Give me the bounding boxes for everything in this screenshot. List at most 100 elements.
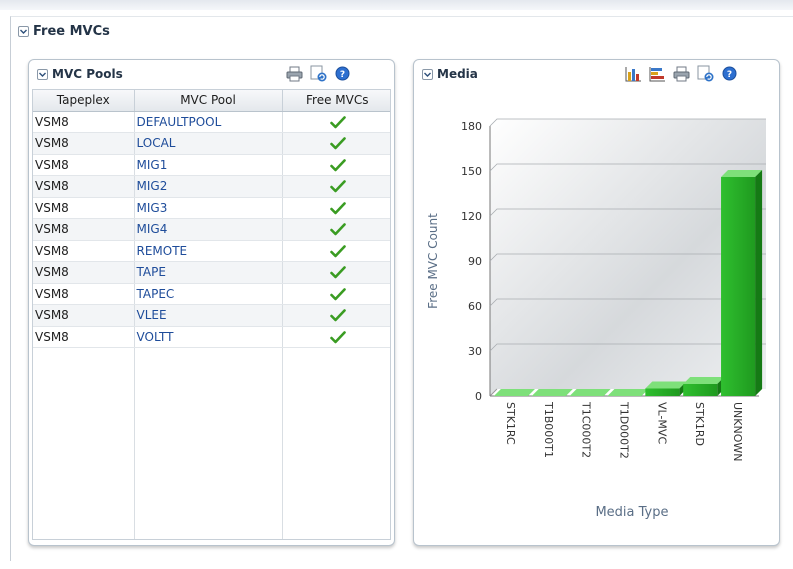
mvc-pool-link[interactable]: MIG4 bbox=[137, 222, 168, 236]
free-mvcs-cell bbox=[282, 283, 390, 305]
mvc-pool-cell: MIG1 bbox=[134, 154, 283, 176]
x-tick-label: STK1RD bbox=[693, 402, 706, 446]
y-axis-title: Free MVC Count bbox=[426, 213, 440, 309]
table-row[interactable]: VSM8 DEFAULTPOOL bbox=[33, 111, 390, 133]
tapeplex-cell: VSM8 bbox=[33, 175, 135, 198]
table-row[interactable]: VSM8 MIG1 bbox=[33, 154, 390, 176]
table-row[interactable]: VSM8 MIG3 bbox=[33, 197, 390, 219]
mvc-pool-link[interactable]: MIG1 bbox=[137, 158, 168, 172]
check-icon bbox=[330, 244, 347, 258]
y-tick-label: 60 bbox=[468, 300, 482, 313]
table-row[interactable]: VSM8 LOCAL bbox=[33, 132, 390, 155]
table-row[interactable]: VSM8 VOLTT bbox=[33, 326, 390, 348]
mvc-pool-link[interactable]: TAPEC bbox=[137, 287, 175, 301]
empty-row bbox=[33, 390, 390, 412]
help-icon[interactable]: ? bbox=[720, 64, 739, 83]
mvc-pool-link[interactable]: MIG2 bbox=[137, 179, 168, 193]
horizontal-bar-chart-icon[interactable] bbox=[648, 64, 667, 83]
mvc-pool-cell: MIG4 bbox=[134, 218, 283, 241]
tapeplex-cell: VSM8 bbox=[33, 154, 135, 176]
refresh-icon[interactable] bbox=[696, 64, 715, 83]
section-title: Free MVCs bbox=[33, 24, 110, 39]
empty-row bbox=[33, 412, 390, 434]
column-header-free-mvcs[interactable]: Free MVCs bbox=[282, 90, 390, 112]
check-icon bbox=[330, 309, 347, 322]
check-icon bbox=[330, 158, 347, 172]
check-icon bbox=[330, 223, 347, 236]
check-icon bbox=[330, 330, 347, 344]
table-row[interactable]: VSM8 VLEE bbox=[33, 304, 390, 327]
table-header-row: Tapeplex MVC Pool Free MVCs bbox=[33, 90, 390, 112]
bar bbox=[645, 381, 687, 396]
empty-row bbox=[33, 347, 390, 369]
bar-top bbox=[683, 377, 725, 384]
mvc-pools-panel: MVC Pools ? Tapeplex MVC Pool Free MVCs … bbox=[28, 59, 395, 546]
mvc-pool-cell: TAPE bbox=[134, 261, 283, 284]
tapeplex-cell: VSM8 bbox=[33, 326, 135, 348]
tapeplex-cell: VSM8 bbox=[33, 218, 135, 241]
x-tick-label: STK1RC bbox=[504, 402, 517, 445]
bar-top bbox=[645, 381, 687, 389]
check-icon bbox=[330, 180, 347, 193]
collapse-toggle-icon[interactable] bbox=[37, 68, 48, 80]
y-tick-label: 30 bbox=[468, 345, 482, 358]
tapeplex-cell: VSM8 bbox=[33, 304, 135, 327]
y-tick-label: 150 bbox=[461, 165, 482, 178]
table-row[interactable]: VSM8 TAPE bbox=[33, 261, 390, 284]
check-icon bbox=[330, 266, 347, 279]
mvc-pool-link[interactable]: DEFAULTPOOL bbox=[137, 115, 222, 129]
x-tick-label: T1B000T1 bbox=[542, 401, 555, 458]
collapse-toggle-icon[interactable] bbox=[422, 68, 433, 80]
print-icon[interactable] bbox=[672, 64, 691, 83]
mvc-pool-cell: MIG3 bbox=[134, 197, 283, 219]
tapeplex-cell: VSM8 bbox=[33, 283, 135, 305]
table-row[interactable]: VSM8 MIG4 bbox=[33, 218, 390, 241]
mvc-pool-link[interactable]: VLEE bbox=[137, 308, 167, 322]
x-tick-label: VL-MVC bbox=[655, 402, 668, 444]
empty-row bbox=[33, 476, 390, 498]
refresh-icon[interactable] bbox=[309, 64, 328, 83]
free-mvcs-cell bbox=[282, 111, 390, 133]
mvc-pool-link[interactable]: VOLTT bbox=[137, 330, 174, 344]
table-row[interactable]: VSM8 TAPEC bbox=[33, 283, 390, 305]
mvc-pools-table: Tapeplex MVC Pool Free MVCs VSM8 DEFAULTP… bbox=[32, 89, 391, 540]
bar bbox=[569, 389, 611, 396]
media-panel: Media ? 0 30 60 90 120 150 180 Free MVC … bbox=[413, 59, 780, 546]
panel-title: Media bbox=[437, 67, 478, 81]
mvc-pool-link[interactable]: REMOTE bbox=[137, 244, 188, 258]
collapse-toggle-icon[interactable] bbox=[18, 26, 29, 37]
check-icon bbox=[330, 115, 347, 129]
bar-top bbox=[493, 389, 535, 396]
free-mvcs-cell bbox=[282, 132, 390, 155]
free-mvcs-cell bbox=[282, 197, 390, 219]
column-header-mvc-pool[interactable]: MVC Pool bbox=[134, 90, 283, 112]
print-icon[interactable] bbox=[285, 64, 304, 83]
tapeplex-cell: VSM8 bbox=[33, 261, 135, 284]
mvc-pool-link[interactable]: LOCAL bbox=[137, 136, 176, 150]
bar-top bbox=[721, 170, 763, 177]
free-mvcs-cell bbox=[282, 261, 390, 284]
table-row[interactable]: VSM8 REMOTE bbox=[33, 240, 390, 262]
media-toolbar: ? bbox=[624, 64, 739, 83]
bar-top bbox=[531, 389, 573, 396]
table-body: VSM8 DEFAULTPOOL VSM8 LOCAL VSM8 MIG1 VSM8 MIG2… bbox=[33, 111, 390, 539]
bar bbox=[683, 377, 725, 396]
vertical-bar-chart-icon[interactable] bbox=[624, 64, 643, 83]
y-tick-label: 180 bbox=[461, 120, 482, 133]
free-mvcs-cell bbox=[282, 240, 390, 262]
bar-front bbox=[721, 177, 756, 396]
bar-top bbox=[607, 389, 649, 396]
bar-top bbox=[569, 389, 611, 396]
mvc-pool-link[interactable]: MIG3 bbox=[137, 201, 168, 215]
mvc-pool-link[interactable]: TAPE bbox=[137, 265, 166, 279]
column-header-tapeplex[interactable]: Tapeplex bbox=[33, 90, 135, 112]
table-row[interactable]: VSM8 MIG2 bbox=[33, 175, 390, 198]
y-tick-label: 0 bbox=[475, 390, 482, 403]
mvc-pool-cell: MIG2 bbox=[134, 175, 283, 198]
bar-front bbox=[683, 384, 718, 396]
empty-row bbox=[33, 519, 390, 539]
mvc-pool-cell: REMOTE bbox=[134, 240, 283, 262]
help-icon[interactable]: ? bbox=[333, 64, 352, 83]
tapeplex-cell: VSM8 bbox=[33, 240, 135, 262]
bar-side bbox=[755, 170, 763, 396]
